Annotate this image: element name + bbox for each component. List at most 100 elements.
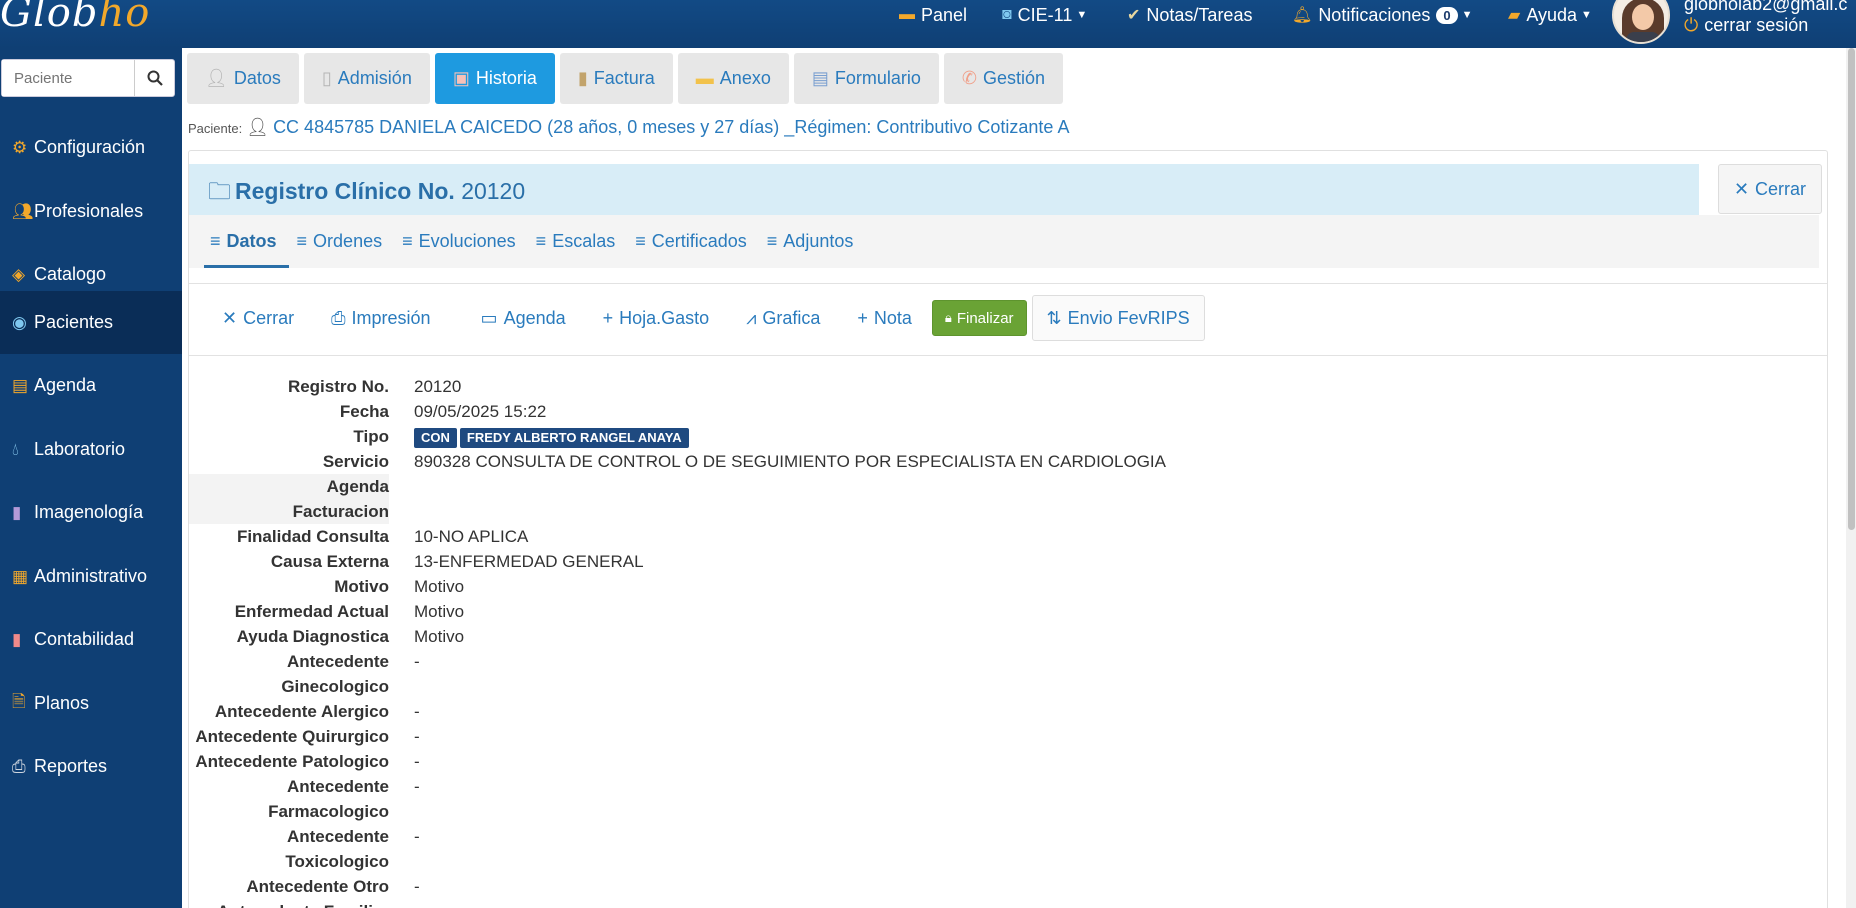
record-subtabs: ≡ Datos ≡ Ordenes ≡ Evoluciones ≡ Escalas ≡ C… — [189, 215, 1819, 268]
printer-icon: ⎙ — [12, 756, 26, 776]
tab-datos[interactable]: 👤︎ Datos — [187, 53, 299, 104]
tab-anexo[interactable]: ▬ Anexo — [677, 53, 789, 104]
print-button[interactable]: ⎙ Impresión — [331, 308, 430, 329]
detail-row: Antecedente Otro - — [246, 877, 420, 896]
sidebar-item-agenda[interactable]: ▤ Agenda — [0, 354, 182, 417]
detail-row: Antecedente Ginecologico - — [281, 652, 420, 696]
list-icon: ≡ — [766, 231, 778, 251]
nota-button[interactable]: + Nota — [857, 308, 912, 329]
agenda-button[interactable]: ▭ Agenda — [481, 308, 566, 329]
detail-row: Registro No. 20120 — [287, 377, 462, 396]
phone-icon: ✆ — [961, 68, 977, 88]
sidebar-item-configuracion[interactable]: ⚙ Configuración — [0, 116, 182, 179]
check-circle-icon: ✔ — [1127, 7, 1141, 24]
close-action-button[interactable]: ✕ Cerrar — [222, 308, 294, 329]
detail-row: Antecedente Patologico - — [195, 752, 420, 771]
finalize-button[interactable]: 🔒︎ Finalizar — [931, 300, 1027, 336]
notas-link[interactable]: ✔ Notas/Tareas — [1127, 0, 1252, 30]
printer-icon: ⎙ — [331, 307, 346, 328]
close-icon: ✕ — [222, 307, 238, 328]
user-circle-icon: ◉ — [12, 312, 27, 332]
sidebar-item-pacientes[interactable]: ◉ Pacientes — [0, 291, 182, 354]
caret-down-icon: ▼ — [1581, 9, 1592, 21]
close-record-button[interactable]: ✕ Cerrar — [1718, 164, 1822, 214]
list-icon: ≡ — [402, 231, 413, 251]
calendar-icon: ▤ — [12, 375, 29, 395]
user-email: globholab2@gmail.c — [1684, 0, 1848, 14]
panel-link[interactable]: ▬ Panel — [899, 0, 967, 30]
clipboard-icon: ▯ — [321, 68, 332, 88]
search-icon — [147, 70, 163, 86]
detail-row: Servicio 890328 CONSULTA DE CONTROL O DE … — [322, 452, 1166, 471]
detail-row: Ayuda Diagnostica Motivo — [236, 627, 465, 646]
file-zip-icon: 🗎︎ — [12, 692, 26, 711]
record-toolbar: ✕ Cerrar ⎙ Impresión ▭ Agenda + Hoja.Gasto ⩘… — [222, 295, 1205, 341]
sidebar-item-contabilidad[interactable]: ▮ Contabilidad — [0, 608, 182, 671]
main-tabs: 👤︎ Datos ▯ Admisión ▣ Historia ▮ Factura ▬ An… — [187, 53, 1064, 104]
folder-open-icon: 🗀︎ — [208, 178, 231, 204]
user-avatar[interactable] — [1612, 0, 1670, 44]
tab-admision[interactable]: ▯ Admisión — [303, 53, 430, 104]
search-button[interactable] — [134, 60, 174, 96]
professional-badge: FREDY ALBERTO RANGEL ANAYA — [459, 428, 689, 448]
caret-down-icon: ▼ — [1076, 9, 1088, 21]
close-icon: ✕ — [1733, 178, 1750, 199]
tab-factura[interactable]: ▮ Factura — [559, 53, 673, 104]
sidebar-item-administrativo[interactable]: ▦ Administrativo — [0, 545, 182, 608]
detail-row: Agenda — [189, 474, 1389, 499]
medical-file-icon: ▣ — [452, 68, 470, 88]
sidebar-item-profesionales[interactable]: 👥︎ Profesionales — [0, 180, 182, 243]
book-icon: ▮ — [12, 502, 22, 522]
subtab-certificados[interactable]: ≡ Certificados — [633, 215, 749, 268]
record-title: 🗀︎ Registro Clínico No. 20120 — [208, 178, 526, 204]
hoja-gasto-button[interactable]: + Hoja.Gasto — [603, 308, 710, 329]
divider — [189, 283, 1827, 284]
line-chart-icon: ⩘ — [746, 307, 757, 328]
sort-arrows-icon: ⇅ — [1046, 307, 1062, 328]
cie-dropdown[interactable]: ◙ CIE-11 ▼ — [1002, 0, 1087, 30]
envio-fevrips-button[interactable]: ⇅ Envio FevRIPS — [1031, 295, 1205, 341]
list-icon: ≡ — [210, 231, 221, 251]
notification-count-badge: 0 — [1436, 6, 1458, 24]
help-dropdown[interactable]: ▰ Ayuda ▼ — [1508, 0, 1592, 30]
type-badge: CON — [414, 428, 457, 448]
app-logo[interactable]: Globho — [0, 0, 150, 36]
detail-row: Antecedente Alergico - — [214, 702, 420, 721]
patient-search-input[interactable] — [2, 60, 134, 96]
logout-link[interactable]: ⏻ cerrar sesión — [1684, 15, 1808, 36]
detail-row: Motivo Motivo — [334, 577, 465, 596]
page-scrollbar[interactable] — [1846, 48, 1856, 908]
tab-gestion[interactable]: ✆ Gestión — [943, 53, 1064, 104]
subtab-datos[interactable]: ≡ Datos — [204, 215, 288, 268]
folder-icon: ▬ — [695, 68, 714, 88]
calendar-icon: ▭ — [480, 307, 498, 328]
tags-icon: ◈ — [12, 264, 26, 284]
power-icon: ⏻ — [1684, 15, 1699, 35]
form-icon: ▤ — [811, 68, 829, 88]
grafica-button[interactable]: ⩘ Grafica — [746, 308, 820, 329]
sidebar-item-laboratorio[interactable]: 💧︎ Laboratorio — [0, 418, 182, 481]
record-details: Registro No. 20120 Fecha 09/05/2025 15:22 … — [189, 374, 1389, 908]
subtab-escalas[interactable]: ≡ Escalas — [534, 215, 618, 268]
detail-row: Finalidad Consulta 10-NO APLICA — [236, 527, 529, 546]
users-icon: 👥︎ — [12, 201, 34, 221]
subtab-adjuntos[interactable]: ≡ Adjuntos — [765, 215, 856, 268]
top-bar: Globho ▬ Panel ◙ CIE-11 ▼ ✔ Notas/Tareas 🔔︎ N… — [0, 0, 1856, 48]
sidebar-item-imagenologia[interactable]: ▮ Imagenología — [0, 481, 182, 544]
subtab-evoluciones[interactable]: ≡ Evoluciones — [400, 215, 518, 268]
grid-icon: ▦ — [12, 566, 29, 586]
tab-historia[interactable]: ▣ Historia — [434, 53, 555, 104]
bell-icon: 🔔︎ — [1292, 7, 1313, 24]
detail-row: Tipo CON FREDY ALBERTO RANGEL ANAYA — [189, 424, 1389, 449]
comment-icon: ▰ — [1508, 7, 1521, 24]
sidebar-item-planos[interactable]: 🗎︎ Planos — [0, 672, 182, 735]
tab-formulario[interactable]: ▤ Formulario — [793, 53, 939, 104]
notifications-dropdown[interactable]: 🔔︎ Notificaciones 0 ▼ — [1292, 0, 1473, 30]
monitor-icon: ▬ — [899, 6, 915, 23]
sidebar-item-reportes[interactable]: ⎙ Reportes — [0, 735, 182, 798]
subtab-ordenes[interactable]: ≡ Ordenes — [295, 215, 385, 268]
detail-row: Antecedente Quirurgico - — [195, 727, 420, 746]
scrollbar-thumb[interactable] — [1848, 48, 1855, 530]
detail-row: Antecedente Toxicologico - — [285, 827, 420, 871]
list-icon: ≡ — [635, 231, 646, 251]
